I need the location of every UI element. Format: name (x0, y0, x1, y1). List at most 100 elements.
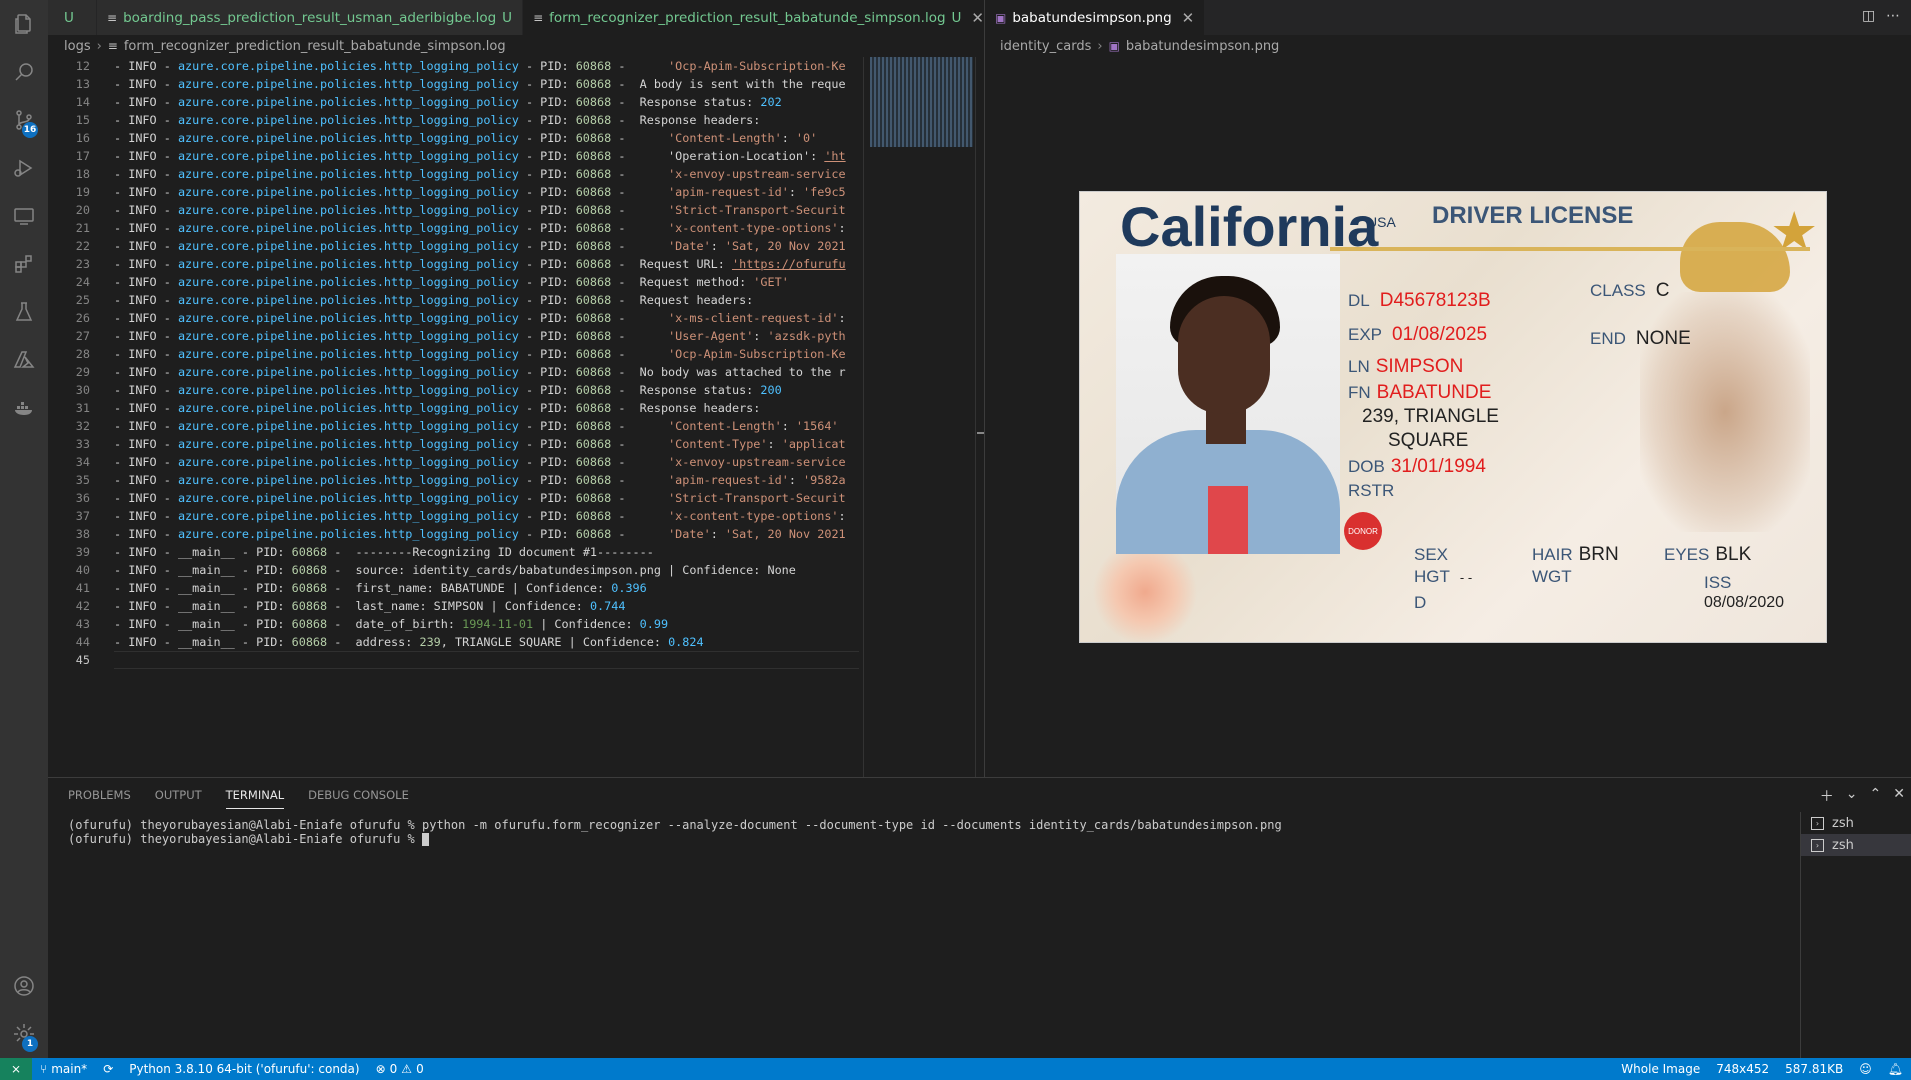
code-token: Response headers: (639, 401, 761, 415)
terminal-item[interactable]: › zsh (1801, 834, 1911, 856)
code-token: INFO (128, 167, 157, 181)
git-branch[interactable]: ⑂ main* (32, 1062, 95, 1076)
code-token: - (156, 257, 178, 271)
line-number: 20 (75, 203, 90, 217)
problems-indicator[interactable]: ⊗ 0 ⚠ 0 (368, 1062, 432, 1076)
account-icon[interactable] (0, 962, 48, 1010)
code-token: - (114, 617, 129, 631)
error-icon: ⊗ (375, 1062, 386, 1076)
tab-image[interactable]: ▣ babatundesimpson.png ✕ (985, 0, 1206, 35)
code-line: - INFO - azure.core.pipeline.policies.ht… (114, 363, 859, 381)
minimap[interactable] (863, 57, 975, 777)
docker-icon[interactable] (0, 384, 48, 432)
remote-explorer-icon[interactable] (0, 192, 48, 240)
breadcrumb-file[interactable]: form_recognizer_prediction_result_babatu… (124, 39, 506, 54)
code-token: date_of_birth: (355, 617, 463, 631)
field-label: LN (1348, 357, 1370, 376)
image-file-icon: ▣ (1108, 39, 1120, 53)
tab-label: form_recognizer_prediction_result_babatu… (549, 9, 946, 26)
search-icon[interactable] (0, 48, 48, 96)
close-panel-icon[interactable]: ✕ (1893, 786, 1905, 806)
code-token: 'ht (824, 149, 846, 163)
code-token: '9582a (803, 473, 846, 487)
field-address-1: 239, TRIANGLE (1362, 406, 1499, 427)
code-token: 60868 (575, 257, 612, 271)
zoom-mode[interactable]: Whole Image (1613, 1062, 1708, 1076)
close-icon[interactable]: ✕ (1182, 9, 1195, 27)
code-token: azure.core.pipeline.policies.http_loggin… (177, 509, 519, 523)
code-token: 'x-ms-client-request-id' (668, 311, 839, 325)
terminal-output[interactable]: (ofurufu) theyorubayesian@Alabi-Eniafe o… (68, 818, 1282, 846)
code-token: Request method: (639, 275, 754, 289)
minimap-slider[interactable] (870, 57, 973, 147)
code-editor[interactable]: 12 13 14 15 16 17 18 19 20 21 22 23 24 25 26 27 28 29 30 31… (48, 57, 859, 777)
source-control-icon[interactable]: 16 (0, 96, 48, 144)
tab-truncated[interactable]: U (48, 0, 97, 35)
code-token: - (114, 383, 129, 397)
code-line: - INFO - azure.core.pipeline.policies.ht… (114, 183, 859, 201)
tab-output[interactable]: OUTPUT (155, 788, 202, 809)
feedback-button[interactable]: ☺ (1851, 1062, 1880, 1076)
chevron-down-icon[interactable]: ⌄ (1846, 786, 1858, 806)
breadcrumb-folder[interactable]: identity_cards (1000, 39, 1091, 54)
field-label: DOB (1348, 457, 1385, 476)
tab-label: babatundesimpson.png (1012, 9, 1172, 26)
code-token: azure.core.pipeline.policies.http_loggin… (177, 167, 519, 181)
tab-terminal[interactable]: TERMINAL (225, 788, 285, 809)
code-token: - PID: (518, 59, 576, 73)
maximize-panel-icon[interactable]: ⌃ (1870, 786, 1882, 806)
code-token: - (114, 635, 129, 649)
add-terminal-icon[interactable]: ＋ (1820, 786, 1834, 806)
code-token: INFO (128, 239, 157, 253)
run-debug-icon[interactable] (0, 144, 48, 192)
remote-indicator[interactable]: ⨯ (0, 1058, 32, 1080)
code-token: INFO (128, 329, 157, 343)
image-file-icon: ▣ (995, 10, 1007, 25)
tab-debug-console[interactable]: DEBUG CONSOLE (308, 788, 409, 809)
code-content[interactable]: - INFO - azure.core.pipeline.policies.ht… (114, 57, 859, 777)
tab-problems[interactable]: PROBLEMS (68, 788, 131, 809)
image-preview[interactable]: ★ California USA DRIVER LICENSE DL D45678… (985, 57, 1911, 777)
more-actions-icon[interactable]: ⋯ (1886, 8, 1900, 24)
close-icon[interactable]: ✕ (971, 9, 984, 27)
code-token: INFO (128, 257, 157, 271)
code-token: - PID: (518, 455, 576, 469)
code-token: '1564' (795, 419, 839, 433)
code-token: : (838, 509, 846, 523)
terminal-item[interactable]: › zsh (1801, 812, 1911, 834)
code-token: Request headers: (639, 293, 754, 307)
breadcrumb-folder[interactable]: logs (64, 39, 91, 54)
field-exp: EXP 01/08/2025 (1348, 324, 1487, 346)
python-interpreter[interactable]: Python 3.8.10 64-bit ('ofurufu': conda) (121, 1062, 367, 1076)
code-line (114, 651, 859, 669)
breadcrumb-file[interactable]: babatundesimpson.png (1126, 39, 1279, 54)
code-token: 'Date' (668, 527, 711, 541)
gear-icon[interactable]: 1 (0, 1010, 48, 1058)
code-token: - (114, 365, 129, 379)
notifications-button[interactable]: 🔔︎ (1880, 1062, 1911, 1076)
code-token: A body is sent with the reque (639, 77, 846, 91)
field-label: WGT (1532, 567, 1572, 586)
code-token: 60868 (575, 437, 612, 451)
code-line: - INFO - azure.core.pipeline.policies.ht… (114, 273, 859, 291)
code-token: - (114, 293, 129, 307)
field-label: EXP (1348, 325, 1383, 344)
code-token: - (611, 509, 640, 523)
testing-icon[interactable] (0, 288, 48, 336)
line-number: 17 (75, 149, 90, 163)
code-token: INFO (128, 527, 157, 541)
sync-button[interactable]: ⟳ (95, 1062, 121, 1076)
line-number: 26 (75, 311, 90, 325)
code-token: INFO (128, 131, 157, 145)
code-token: - (611, 113, 640, 127)
azure-icon[interactable] (0, 336, 48, 384)
split-editor-icon[interactable]: ◫ (1862, 8, 1875, 24)
extensions-icon[interactable] (0, 240, 48, 288)
tab-form-recognizer-log[interactable]: ≡ form_recognizer_prediction_result_babat… (523, 0, 984, 35)
explorer-icon[interactable] (0, 0, 48, 48)
code-token: 60868 (575, 473, 612, 487)
size-label: 587.81KB (1785, 1062, 1844, 1076)
tab-boarding-pass-log[interactable]: ≡ boarding_pass_prediction_result_usman_a… (97, 0, 524, 35)
